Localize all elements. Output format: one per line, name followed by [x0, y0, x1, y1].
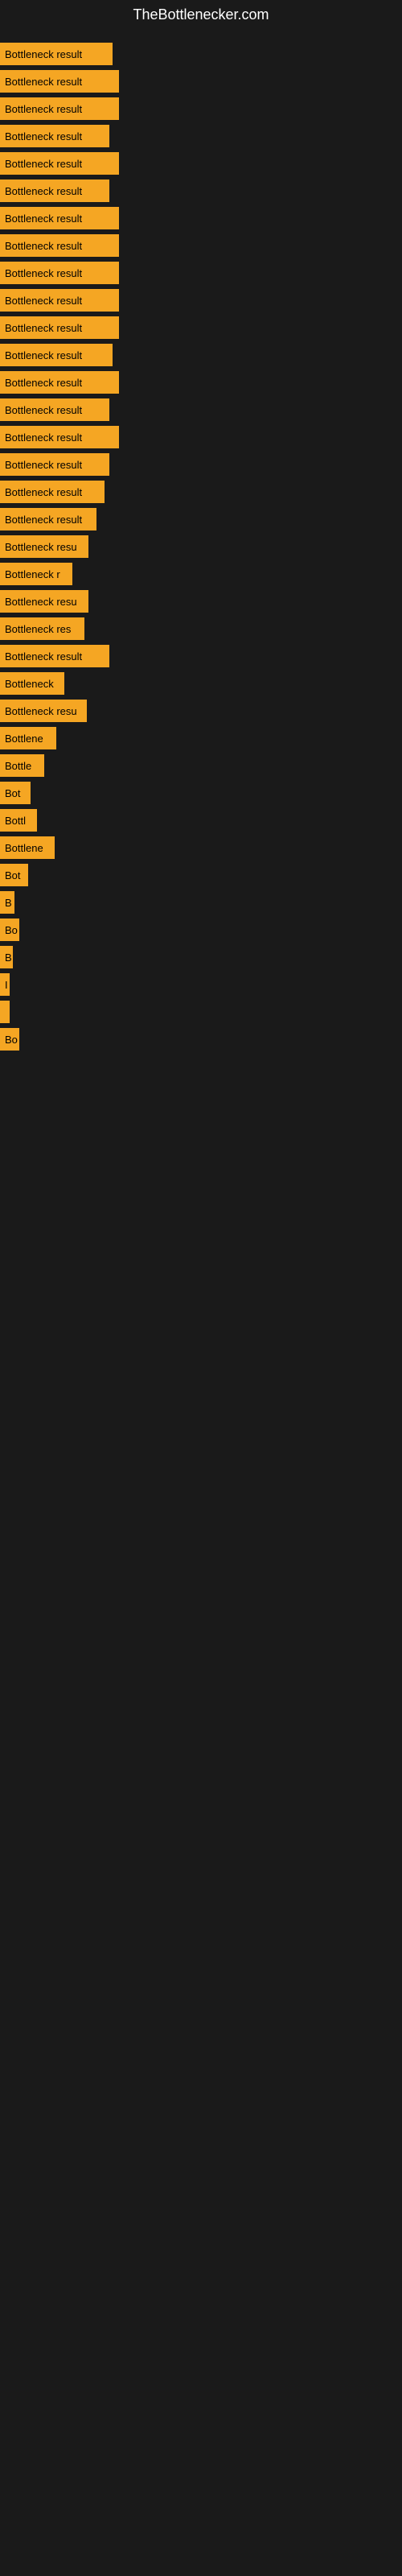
- bar-row: Bottleneck result: [0, 289, 402, 312]
- bars-container: Bottleneck result Bottleneck result Bottle…: [0, 30, 402, 1063]
- bottleneck-bar: Bottleneck result: [0, 508, 96, 530]
- bottleneck-bar: Bottleneck result: [0, 262, 119, 284]
- bar-row: Bottleneck result: [0, 125, 402, 147]
- bar-row: Bottleneck result: [0, 645, 402, 667]
- bottleneck-bar: Bottleneck result: [0, 453, 109, 476]
- bottleneck-bar: Bottleneck result: [0, 70, 119, 93]
- bottleneck-bar: Bo: [0, 919, 19, 941]
- bottleneck-bar: Bottleneck result: [0, 645, 109, 667]
- bottleneck-bar: Bottl: [0, 809, 37, 832]
- bottleneck-bar: Bottleneck result: [0, 398, 109, 421]
- bottleneck-bar: Bottleneck result: [0, 43, 113, 65]
- bar-row: Bottleneck result: [0, 398, 402, 421]
- bar-row: Bottleneck result: [0, 453, 402, 476]
- bar-row: Bottle: [0, 754, 402, 777]
- bar-row: Bottleneck result: [0, 152, 402, 175]
- bar-row: Bottleneck result: [0, 316, 402, 339]
- bottleneck-bar: Bottleneck result: [0, 125, 109, 147]
- bottleneck-bar: Bottleneck result: [0, 289, 119, 312]
- bar-row: Bottleneck resu: [0, 590, 402, 613]
- site-title: TheBottlenecker.com: [0, 0, 402, 30]
- bottleneck-bar: Bottleneck result: [0, 97, 119, 120]
- bar-row: Bottleneck result: [0, 371, 402, 394]
- bottleneck-bar: Bottleneck result: [0, 344, 113, 366]
- bottleneck-bar: I: [0, 973, 10, 996]
- bottleneck-bar: Bottleneck res: [0, 617, 84, 640]
- bottleneck-bar: B: [0, 946, 13, 968]
- bar-row: B: [0, 891, 402, 914]
- bar-row: Bottleneck result: [0, 481, 402, 503]
- bottleneck-bar: Bot: [0, 782, 31, 804]
- bar-row: Bottlene: [0, 727, 402, 749]
- bar-row: Bottleneck result: [0, 207, 402, 229]
- bottleneck-bar: B: [0, 891, 14, 914]
- bottleneck-bar: Bottleneck result: [0, 371, 119, 394]
- bottleneck-bar: Bottleneck result: [0, 234, 119, 257]
- bottleneck-bar: Bottleneck result: [0, 316, 119, 339]
- bar-row: Bottlene: [0, 836, 402, 859]
- bottleneck-bar: Bottleneck result: [0, 426, 119, 448]
- bottleneck-bar: Bottleneck resu: [0, 700, 87, 722]
- bottleneck-bar: Bottleneck resu: [0, 535, 88, 558]
- bar-row: Bottleneck: [0, 672, 402, 695]
- bar-row: Bottleneck result: [0, 262, 402, 284]
- bar-row: Bottleneck result: [0, 70, 402, 93]
- bar-row: B: [0, 946, 402, 968]
- bar-row: I: [0, 973, 402, 996]
- bottleneck-bar: Bottleneck result: [0, 152, 119, 175]
- bar-row: Bo: [0, 1028, 402, 1051]
- bar-row: Bottleneck result: [0, 426, 402, 448]
- bar-row: Bottl: [0, 809, 402, 832]
- bar-row: Bot: [0, 782, 402, 804]
- bottleneck-bar: Bo: [0, 1028, 19, 1051]
- bottleneck-bar: Bottle: [0, 754, 44, 777]
- bar-row: Bo: [0, 919, 402, 941]
- bar-row: Bottleneck result: [0, 344, 402, 366]
- bottleneck-bar: Bot: [0, 864, 28, 886]
- bottleneck-bar: Bottleneck: [0, 672, 64, 695]
- bottleneck-bar: [0, 1001, 10, 1023]
- bar-row: Bottleneck res: [0, 617, 402, 640]
- bar-row: Bottleneck result: [0, 234, 402, 257]
- bottleneck-bar: Bottleneck r: [0, 563, 72, 585]
- bar-row: Bottleneck result: [0, 97, 402, 120]
- bar-row: Bottleneck resu: [0, 535, 402, 558]
- bar-row: Bottleneck resu: [0, 700, 402, 722]
- bar-row: [0, 1001, 402, 1023]
- bar-row: Bottleneck result: [0, 180, 402, 202]
- bar-row: Bot: [0, 864, 402, 886]
- bar-row: Bottleneck r: [0, 563, 402, 585]
- bottleneck-bar: Bottleneck result: [0, 180, 109, 202]
- bottleneck-bar: Bottlene: [0, 836, 55, 859]
- bottleneck-bar: Bottleneck resu: [0, 590, 88, 613]
- bar-row: Bottleneck result: [0, 508, 402, 530]
- bottleneck-bar: Bottlene: [0, 727, 56, 749]
- bottleneck-bar: Bottleneck result: [0, 207, 119, 229]
- bottleneck-bar: Bottleneck result: [0, 481, 105, 503]
- bar-row: Bottleneck result: [0, 43, 402, 65]
